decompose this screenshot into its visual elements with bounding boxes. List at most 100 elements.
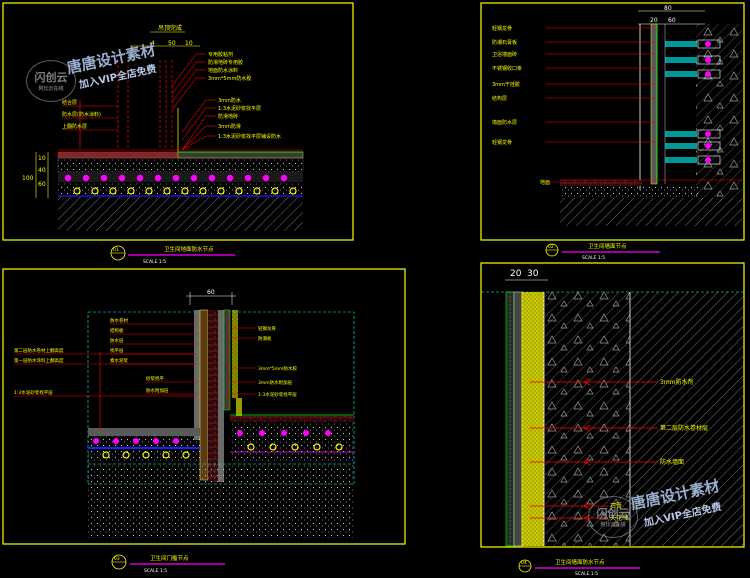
- p3-left-label-9: 防水附加层: [146, 387, 169, 394]
- p1-dim-a: 4: [151, 40, 155, 47]
- p4-label-0: 3mm防水剂: [660, 378, 694, 386]
- p2-left-label-7: 轻钢龙骨: [492, 139, 512, 146]
- p4-scale: SCALE 1:5: [575, 571, 598, 577]
- p3-pipe-right-4: [325, 430, 331, 436]
- p4-label-1: 第二层防水卷材层: [660, 424, 708, 432]
- p3-pipe-left-0: [93, 438, 99, 444]
- p2-left-label-3: 不锈钢收口条: [492, 65, 522, 72]
- p3-dim-top: 60: [207, 289, 215, 296]
- p3-pipe-left-3: [153, 438, 159, 444]
- p1-pipe-0: [64, 174, 72, 182]
- p1-pipe-5: [154, 174, 162, 182]
- p1-right-label-2: 地面防水涂料: [208, 67, 238, 74]
- p1-dim-b: 50: [168, 40, 176, 47]
- p3-left-label-6: 素水泥浆: [110, 357, 128, 364]
- p3-right-label-1: 防潮板: [258, 335, 272, 342]
- p3-pipe-left-2: [133, 438, 139, 444]
- p4-dim-30: 30: [527, 269, 539, 279]
- p3-pipe-right-3: [303, 430, 309, 436]
- p2-anchor-1: [665, 57, 697, 63]
- p3-title: 卫生间门槛节点: [150, 554, 189, 562]
- p2-anchor-3: [665, 131, 697, 137]
- p2-dim-20: 20: [650, 17, 658, 24]
- p1-right-label-8: 1:3水泥砂浆找平层铺设防水: [218, 133, 281, 140]
- cad-drawing-svg: 吊顶完成 4 50 10 专用胶粘剂防滑地砖专用胶地面防水涂料3mm*5mm防水…: [2, 2, 745, 577]
- p3-left-label-7: 砂浆找平: [146, 375, 164, 382]
- p1-right-label-6: 防滑地砖: [218, 113, 238, 120]
- p3-right-label-4: 1:3水泥砂浆找平层: [258, 391, 297, 398]
- p4-symbol: 04: [521, 560, 527, 566]
- p1-pipe-6: [172, 174, 180, 182]
- p3-right-label-2: 3mm*5mm防水胶: [258, 365, 298, 372]
- panel1-floor-detail: 吊顶完成 4 50 10 专用胶粘剂防滑地砖专用胶地面防水涂料3mm*5mm防水…: [22, 24, 304, 265]
- p1-right-label-1: 防滑地砖专用胶: [208, 59, 243, 66]
- p1-pipe-4: [136, 174, 144, 182]
- p3-left-label-8: 1:3水泥砂浆找平层: [14, 389, 53, 396]
- p3-left-label-0: 第二层防水卷材上翻高度: [14, 347, 64, 354]
- p4-label-4: 天花吊: [610, 514, 628, 522]
- p2-bottom-label: 地面: [540, 179, 550, 186]
- p2-anchor-0: [665, 41, 697, 47]
- p1-pipe-3: [118, 174, 126, 182]
- p4-label-2: 防水墙面: [660, 458, 684, 466]
- p3-symbol: 03: [114, 556, 120, 562]
- p3-right-label-0: 轻钢龙骨: [258, 325, 276, 332]
- p1-right-label-4: 3mm防水: [218, 97, 241, 104]
- p1-dim-c: 10: [185, 40, 193, 47]
- p1-right-label-3: 3mm*5mm防水胶: [208, 75, 251, 82]
- p3-pipe-right-2: [281, 430, 287, 436]
- p2-dim-60: 60: [668, 17, 676, 24]
- p1-ldim-2: 40: [38, 167, 46, 174]
- p2-bolt-0: [705, 41, 711, 47]
- p2-bolt-5: [705, 157, 711, 163]
- p1-title: 卫生间地面防水节点: [164, 245, 214, 253]
- p2-anchor-2: [665, 71, 697, 77]
- p1-symbol: 01: [113, 247, 119, 253]
- p2-bolt-1: [705, 57, 711, 63]
- p4-title: 卫生间墙面防水节点: [555, 558, 605, 566]
- p1-pipe-9: [226, 174, 234, 182]
- p3-scale: SCALE 1:5: [144, 568, 167, 574]
- p1-left-label-0: 结合层: [62, 99, 77, 106]
- p1-ldim-1: 10: [38, 155, 46, 162]
- p3-pipe-left-4: [173, 438, 179, 444]
- cad-drawing-canvas: 吊顶完成 4 50 10 专用胶粘剂 防滑地砖专用胶 地面防水涂料 3mm*5mm防水…: [0, 0, 750, 578]
- p3-left-label-2: 防水卷材: [110, 317, 128, 324]
- p2-dim-80: 80: [664, 5, 672, 12]
- p1-left-label-2: 上翻防水层: [62, 123, 87, 130]
- p1-pipe-1: [82, 174, 90, 182]
- p1-right-label-7: 3mm防滑: [218, 123, 241, 130]
- p1-pipe-8: [208, 174, 216, 182]
- p2-bolt-2: [705, 71, 711, 77]
- p3-left-label-1: 第一层防水涂料上翻高度: [14, 357, 64, 364]
- p1-pipe-11: [262, 174, 270, 182]
- p2-anchor-4: [665, 143, 697, 149]
- p2-title: 卫生间墙面节点: [588, 242, 627, 250]
- p1-pipe-12: [280, 174, 288, 182]
- p1-pipe-10: [244, 174, 252, 182]
- p4-dim-20: 20: [510, 269, 522, 279]
- p2-bolt-3: [705, 131, 711, 137]
- panel3-threshold-detail: 60 第二层防水卷材上翻高度第一层防水涂料上翻高度 防水卷材结构板防水层找平层素水…: [14, 289, 355, 574]
- p2-left-label-2: 卫浴墙面砖: [492, 51, 517, 58]
- p1-right-label-5: 1:3水泥砂浆找平层: [218, 105, 261, 112]
- p3-pipe-right-1: [259, 430, 265, 436]
- p2-left-label-1: 防潮石膏板: [492, 39, 517, 46]
- p1-dim-header: 吊顶完成: [158, 24, 182, 32]
- p2-symbol: 02: [548, 244, 554, 250]
- p1-pipe-2: [100, 174, 108, 182]
- p1-ldim-3: 60: [38, 181, 46, 188]
- p4-label-3: 石膏: [610, 502, 622, 510]
- p2-left-label-4: 3mm干挂胶: [492, 81, 520, 88]
- p1-pipe-7: [190, 174, 198, 182]
- p3-left-label-4: 防水层: [110, 337, 124, 344]
- p2-scale: SCALE 1:5: [582, 255, 605, 261]
- p3-right-label-3: 3mm防水附加层: [258, 379, 293, 386]
- p3-pipe-right-0: [237, 430, 243, 436]
- p2-bolt-4: [705, 143, 711, 149]
- p3-pipe-left-1: [113, 438, 119, 444]
- p2-left-label-6: 墙面防水层: [492, 119, 517, 126]
- panel4-wall-waterproof-detail: 20 30 3mm防水剂第二层防水卷材层防水墙面石膏天花吊 04 卫生间墙面防水…: [481, 269, 744, 577]
- panel2-wall-detail: 80 20 60 轻钢龙骨防潮石膏板卫浴墙面砖不锈钢收口条3mm干挂胶结构层墙面…: [492, 5, 742, 261]
- p3-left-label-3: 结构板: [110, 327, 124, 334]
